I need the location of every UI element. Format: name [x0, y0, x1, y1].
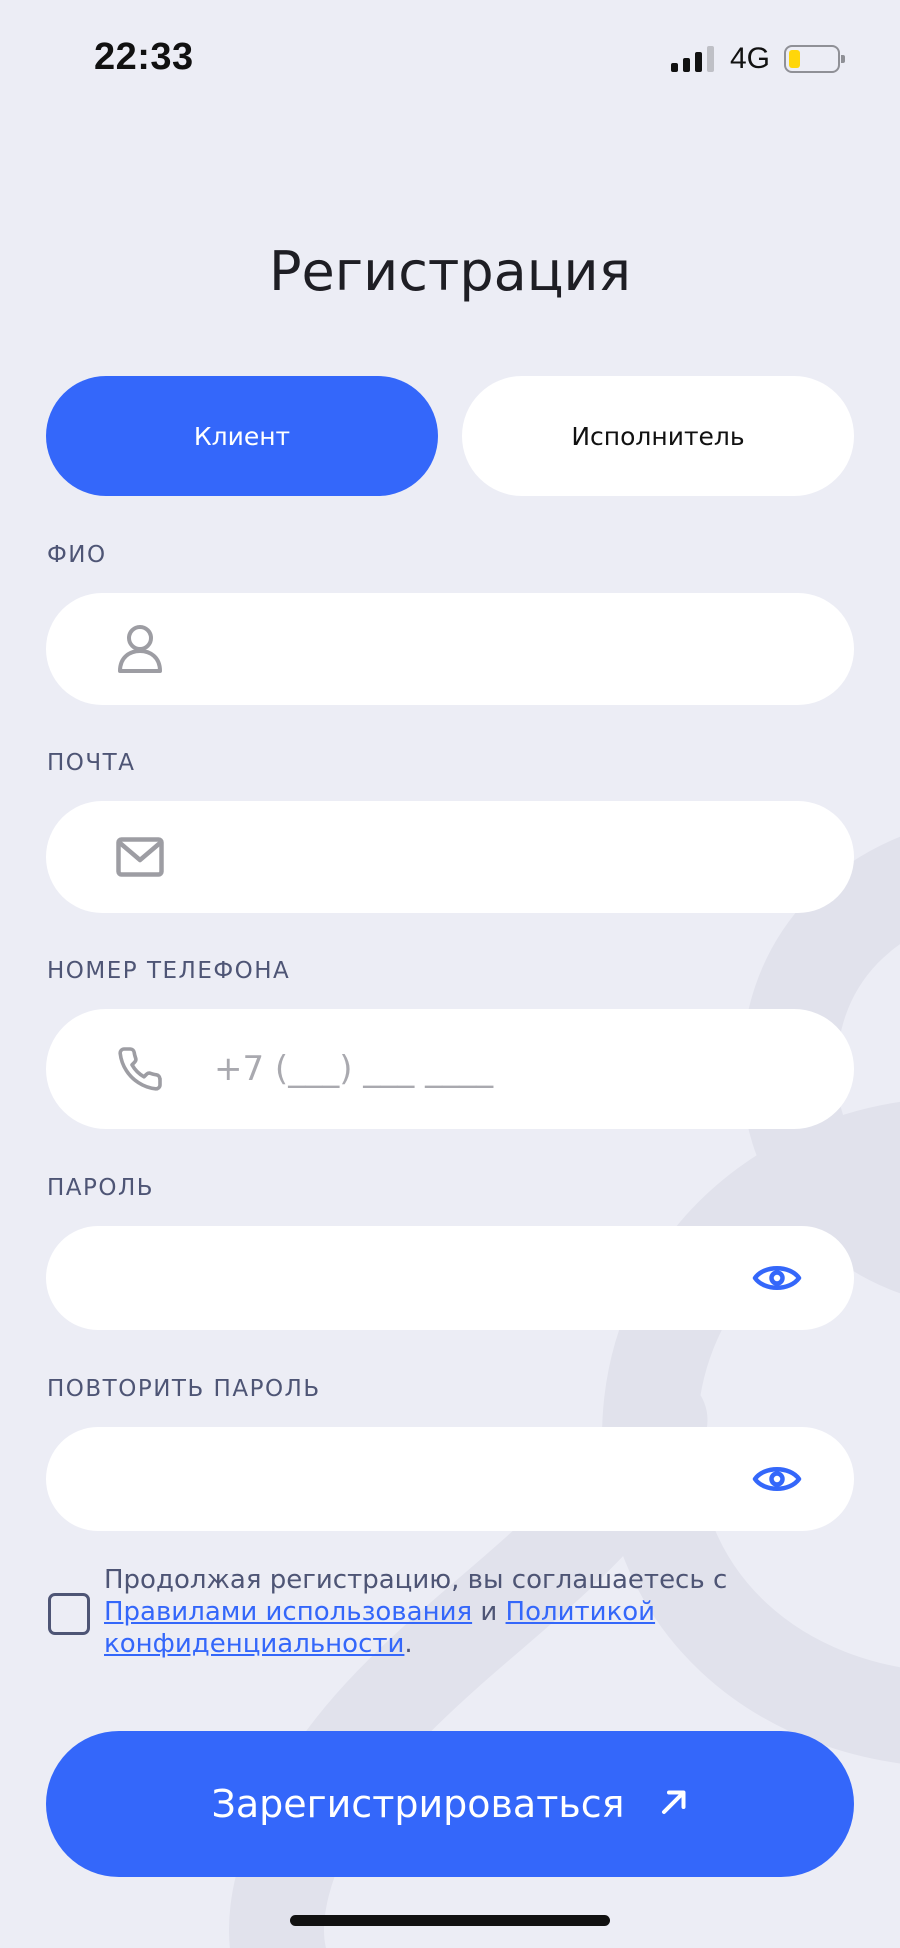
- signal-icon: [670, 46, 714, 72]
- phone-input[interactable]: [214, 1009, 754, 1129]
- password-input[interactable]: [106, 1226, 754, 1330]
- page-title: Регистрация: [268, 240, 632, 303]
- password-label: ПАРОЛЬ: [47, 1175, 155, 1201]
- agreement-text: Продолжая регистрацию, вы соглашаетесь с…: [104, 1564, 824, 1660]
- user-icon: [117, 624, 163, 674]
- register-button[interactable]: Зарегистрироваться: [46, 1731, 854, 1877]
- agreement-text-before: Продолжая регистрацию, вы соглашаетесь с: [104, 1565, 728, 1595]
- eye-icon[interactable]: [752, 1261, 802, 1295]
- agreement-checkbox[interactable]: [48, 1593, 90, 1635]
- status-indicators: 4G: [670, 42, 845, 76]
- arrow-up-right-icon: [659, 1782, 689, 1826]
- email-field[interactable]: [46, 801, 854, 913]
- full-name-label: ФИО: [47, 542, 107, 568]
- email-label: ПОЧТА: [47, 750, 136, 776]
- battery-icon: [784, 45, 845, 73]
- full-name-field[interactable]: [46, 593, 854, 705]
- home-indicator: [290, 1915, 610, 1926]
- tab-contractor[interactable]: Исполнитель: [462, 376, 854, 496]
- password-repeat-input[interactable]: [106, 1427, 754, 1531]
- eye-icon[interactable]: [752, 1462, 802, 1496]
- mail-icon: [116, 837, 164, 877]
- register-button-label: Зарегистрироваться: [211, 1782, 625, 1826]
- status-time: 22:33: [94, 36, 194, 78]
- password-repeat-label: ПОВТОРИТЬ ПАРОЛЬ: [47, 1376, 321, 1402]
- full-name-input[interactable]: [214, 593, 754, 705]
- agreement-text-after: .: [404, 1629, 413, 1659]
- password-repeat-field[interactable]: [46, 1427, 854, 1531]
- password-field[interactable]: [46, 1226, 854, 1330]
- agreement-conjunction: и: [472, 1597, 506, 1627]
- phone-icon: [116, 1045, 164, 1093]
- tab-client[interactable]: Клиент: [46, 376, 438, 496]
- terms-link[interactable]: Правилами использования: [104, 1597, 472, 1627]
- email-input[interactable]: [214, 801, 754, 913]
- network-label: 4G: [729, 42, 770, 75]
- phone-label: НОМЕР ТЕЛЕФОНА: [47, 958, 291, 984]
- phone-field[interactable]: [46, 1009, 854, 1129]
